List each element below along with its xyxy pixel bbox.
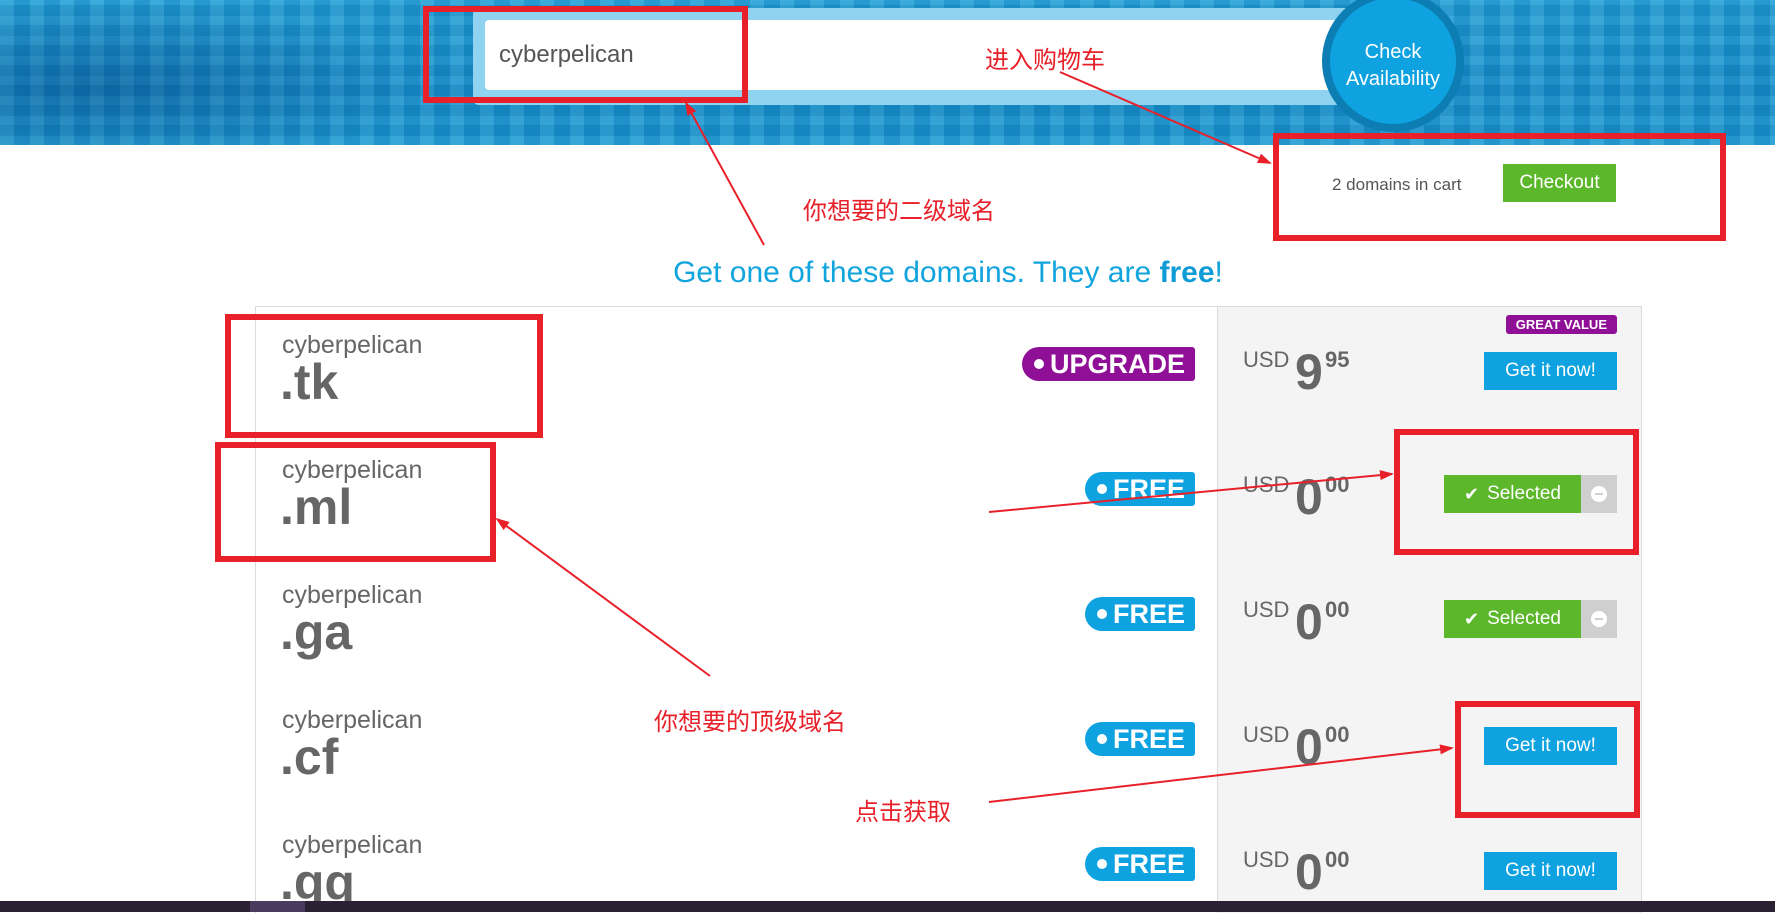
- upgrade-badge: UPGRADE: [1021, 347, 1195, 381]
- badge-dot-icon: [1096, 484, 1107, 494]
- top-level-domain: .cf: [280, 729, 339, 785]
- price-integer: 9: [1295, 344, 1323, 400]
- domain-name-cell: cyberpelican .cf FREE: [256, 682, 1217, 807]
- headline-suffix: !: [1214, 256, 1223, 289]
- cart-count: 2 domains in cart: [1332, 175, 1462, 194]
- price-integer: 0: [1295, 719, 1323, 775]
- get-it-now-button[interactable]: Get it now!: [1484, 727, 1617, 765]
- remove-from-cart-button[interactable]: [1581, 475, 1617, 513]
- great-value-tag: GREAT VALUE: [1505, 315, 1617, 334]
- currency: USD: [1243, 722, 1290, 747]
- price-decimal: 00: [1325, 472, 1350, 497]
- price-decimal: 95: [1325, 347, 1350, 372]
- headline-prefix: Get one of these domains. They are: [673, 256, 1160, 289]
- domain-row-tk: cyberpelican .tk UPGRADE GREAT VALUE USD…: [256, 307, 1641, 432]
- price-integer: 0: [1295, 594, 1323, 650]
- selected-button[interactable]: ✔ Selected: [1444, 600, 1581, 638]
- taskbar-item[interactable]: [250, 901, 305, 912]
- domain-row-ml: cyberpelican .ml FREE USD 0 00 ✔ Selected: [256, 432, 1641, 557]
- price-cell: USD 0 00 Get it now!: [1217, 682, 1641, 807]
- badge-label: FREE: [1112, 723, 1185, 754]
- badge-label: FREE: [1112, 473, 1185, 504]
- price-decimal: 00: [1325, 722, 1350, 747]
- price-cell: USD 0 00 Get it now!: [1217, 807, 1641, 913]
- free-badge: FREE: [1084, 722, 1195, 756]
- currency: USD: [1243, 472, 1290, 497]
- selected-button[interactable]: ✔ Selected: [1444, 475, 1581, 513]
- currency: USD: [1243, 847, 1290, 872]
- check-availability-line1: Check: [1364, 41, 1422, 63]
- free-badge: FREE: [1084, 597, 1195, 631]
- top-level-domain: .ml: [280, 479, 353, 535]
- price-cell: USD 0 00 ✔ Selected: [1217, 432, 1641, 557]
- domain-name-cell: cyberpelican .gq FREE: [256, 807, 1217, 913]
- free-badge: FREE: [1084, 472, 1195, 506]
- minus-circle-icon: [1591, 611, 1607, 627]
- get-it-now-button[interactable]: Get it now!: [1484, 352, 1617, 390]
- currency: USD: [1243, 597, 1290, 622]
- badge-dot-icon: [1033, 359, 1044, 369]
- domain-row-cf: cyberpelican .cf FREE USD 0 00 Get it no…: [256, 682, 1641, 807]
- domain-name-cell: cyberpelican .ga FREE: [256, 557, 1217, 682]
- price-integer: 0: [1295, 844, 1323, 900]
- checkmark-icon: ✔: [1463, 608, 1480, 629]
- annotation-click-note: 点击获取: [855, 798, 951, 826]
- price-cell: USD 0 00 ✔ Selected: [1217, 557, 1641, 682]
- headline-emphasis: free: [1159, 256, 1215, 289]
- badge-label: FREE: [1112, 598, 1185, 629]
- badge-dot-icon: [1096, 734, 1107, 744]
- annotation-tld-note: 你想要的顶级域名: [654, 708, 846, 736]
- free-badge: FREE: [1084, 847, 1195, 881]
- annotation-cart-note: 进入购物车: [985, 46, 1105, 74]
- price-decimal: 00: [1325, 597, 1350, 622]
- badge-dot-icon: [1096, 609, 1107, 619]
- minus-circle-icon: [1591, 486, 1607, 502]
- domain-row-ga: cyberpelican .ga FREE USD 0 00 ✔ Selected: [256, 557, 1641, 682]
- remove-from-cart-button[interactable]: [1581, 600, 1617, 638]
- domain-search-input[interactable]: [485, 20, 1345, 90]
- domain-name-cell: cyberpelican .ml FREE: [256, 432, 1217, 557]
- badge-label: UPGRADE: [1049, 348, 1185, 379]
- badge-label: FREE: [1112, 848, 1185, 879]
- price-integer: 0: [1295, 469, 1323, 525]
- check-availability-line2: Availability: [1345, 68, 1441, 90]
- get-it-now-button[interactable]: Get it now!: [1484, 852, 1617, 890]
- price-cell: GREAT VALUE USD 9 95 Get it now!: [1217, 307, 1641, 432]
- checkout-button[interactable]: Checkout: [1503, 164, 1616, 202]
- selected-label: Selected: [1487, 483, 1562, 504]
- taskbar: [0, 901, 1775, 912]
- selected-label: Selected: [1487, 608, 1562, 629]
- top-level-domain: .ga: [280, 604, 353, 660]
- badge-dot-icon: [1096, 859, 1107, 869]
- annotation-sld-note: 你想要的二级域名: [803, 197, 995, 225]
- currency: USD: [1243, 347, 1290, 372]
- price-decimal: 00: [1325, 847, 1350, 872]
- free-domains-headline: Get one of these domains. They are free!: [0, 256, 1775, 290]
- domain-name-cell: cyberpelican .tk UPGRADE: [256, 307, 1217, 432]
- checkmark-icon: ✔: [1463, 483, 1480, 504]
- top-level-domain: .tk: [280, 354, 339, 410]
